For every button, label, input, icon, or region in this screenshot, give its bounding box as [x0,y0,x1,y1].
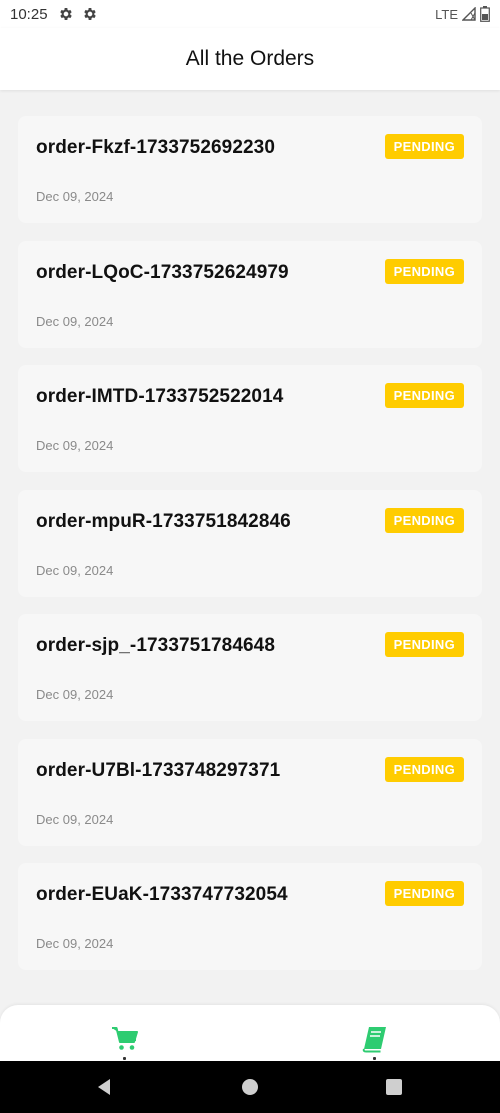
screen: 10:25 LTE All the Orders order-Fkzf-1733… [0,0,500,1113]
tab-label-fragment [373,1057,376,1060]
status-time: 10:25 [10,5,48,23]
signal-icon [462,7,476,21]
order-card[interactable]: order-IMTD-1733752522014 PENDING Dec 09,… [18,365,482,472]
tab-book[interactable] [360,1025,390,1060]
order-date: Dec 09, 2024 [36,687,114,702]
order-card[interactable]: order-EUaK-1733747732054 PENDING Dec 09,… [18,863,482,970]
order-date: Dec 09, 2024 [36,189,114,204]
order-card[interactable]: order-LQoC-1733752624979 PENDING Dec 09,… [18,240,482,348]
order-card[interactable]: order-Fkzf-1733752692230 PENDING Dec 09,… [18,116,482,223]
orders-list: order-Fkzf-1733752692230 PENDING Dec 09,… [18,116,482,988]
order-id: order-EUaK-1733747732054 [36,884,288,905]
order-id: order-LQoC-1733752624979 [36,261,289,283]
gear-icon [59,8,72,20]
order-id: order-Fkzf-1733752692230 [36,137,275,158]
status-badge: PENDING [384,258,464,284]
order-card[interactable]: order-U7Bl-1733748297371 PENDING Dec 09,… [18,738,482,846]
order-id: order-mpuR-1733751842846 [36,510,291,532]
cart-icon [112,1027,138,1050]
order-date: Dec 09, 2024 [36,562,114,578]
home-icon[interactable] [238,1075,262,1099]
status-badge: PENDING [384,383,464,408]
order-id: order-sjp_-1733751784648 [36,635,276,656]
order-date: Dec 09, 2024 [36,936,114,951]
status-badge: PENDING [384,632,464,657]
book-icon [362,1027,386,1053]
recents-icon[interactable] [382,1075,406,1099]
order-date: Dec 09, 2024 [36,811,114,827]
status-badge: PENDING [384,756,464,782]
status-badge: PENDING [384,134,464,159]
order-card[interactable]: order-sjp_-1733751784648 PENDING Dec 09,… [18,614,482,721]
tab-label-fragment [123,1057,126,1060]
battery-icon [480,6,490,22]
app-header: All the Orders [0,28,500,90]
order-card[interactable]: order-mpuR-1733751842846 PENDING Dec 09,… [18,489,482,597]
tab-cart[interactable] [110,1025,140,1060]
status-badge: PENDING [384,881,464,906]
order-id: order-U7Bl-1733748297371 [36,759,281,781]
status-bar: 10:25 LTE [0,0,500,28]
order-id: order-IMTD-1733752522014 [36,386,284,407]
page-title: All the Orders [185,47,315,70]
status-badge: PENDING [384,507,464,533]
bottom-tab-bar [0,1005,500,1061]
system-nav-bar [0,1061,500,1113]
back-icon[interactable] [92,1075,116,1099]
order-date: Dec 09, 2024 [36,313,114,329]
gear-icon [83,8,96,20]
status-right: LTE [435,6,490,22]
network-label: LTE [435,6,458,22]
order-date: Dec 09, 2024 [36,438,114,453]
